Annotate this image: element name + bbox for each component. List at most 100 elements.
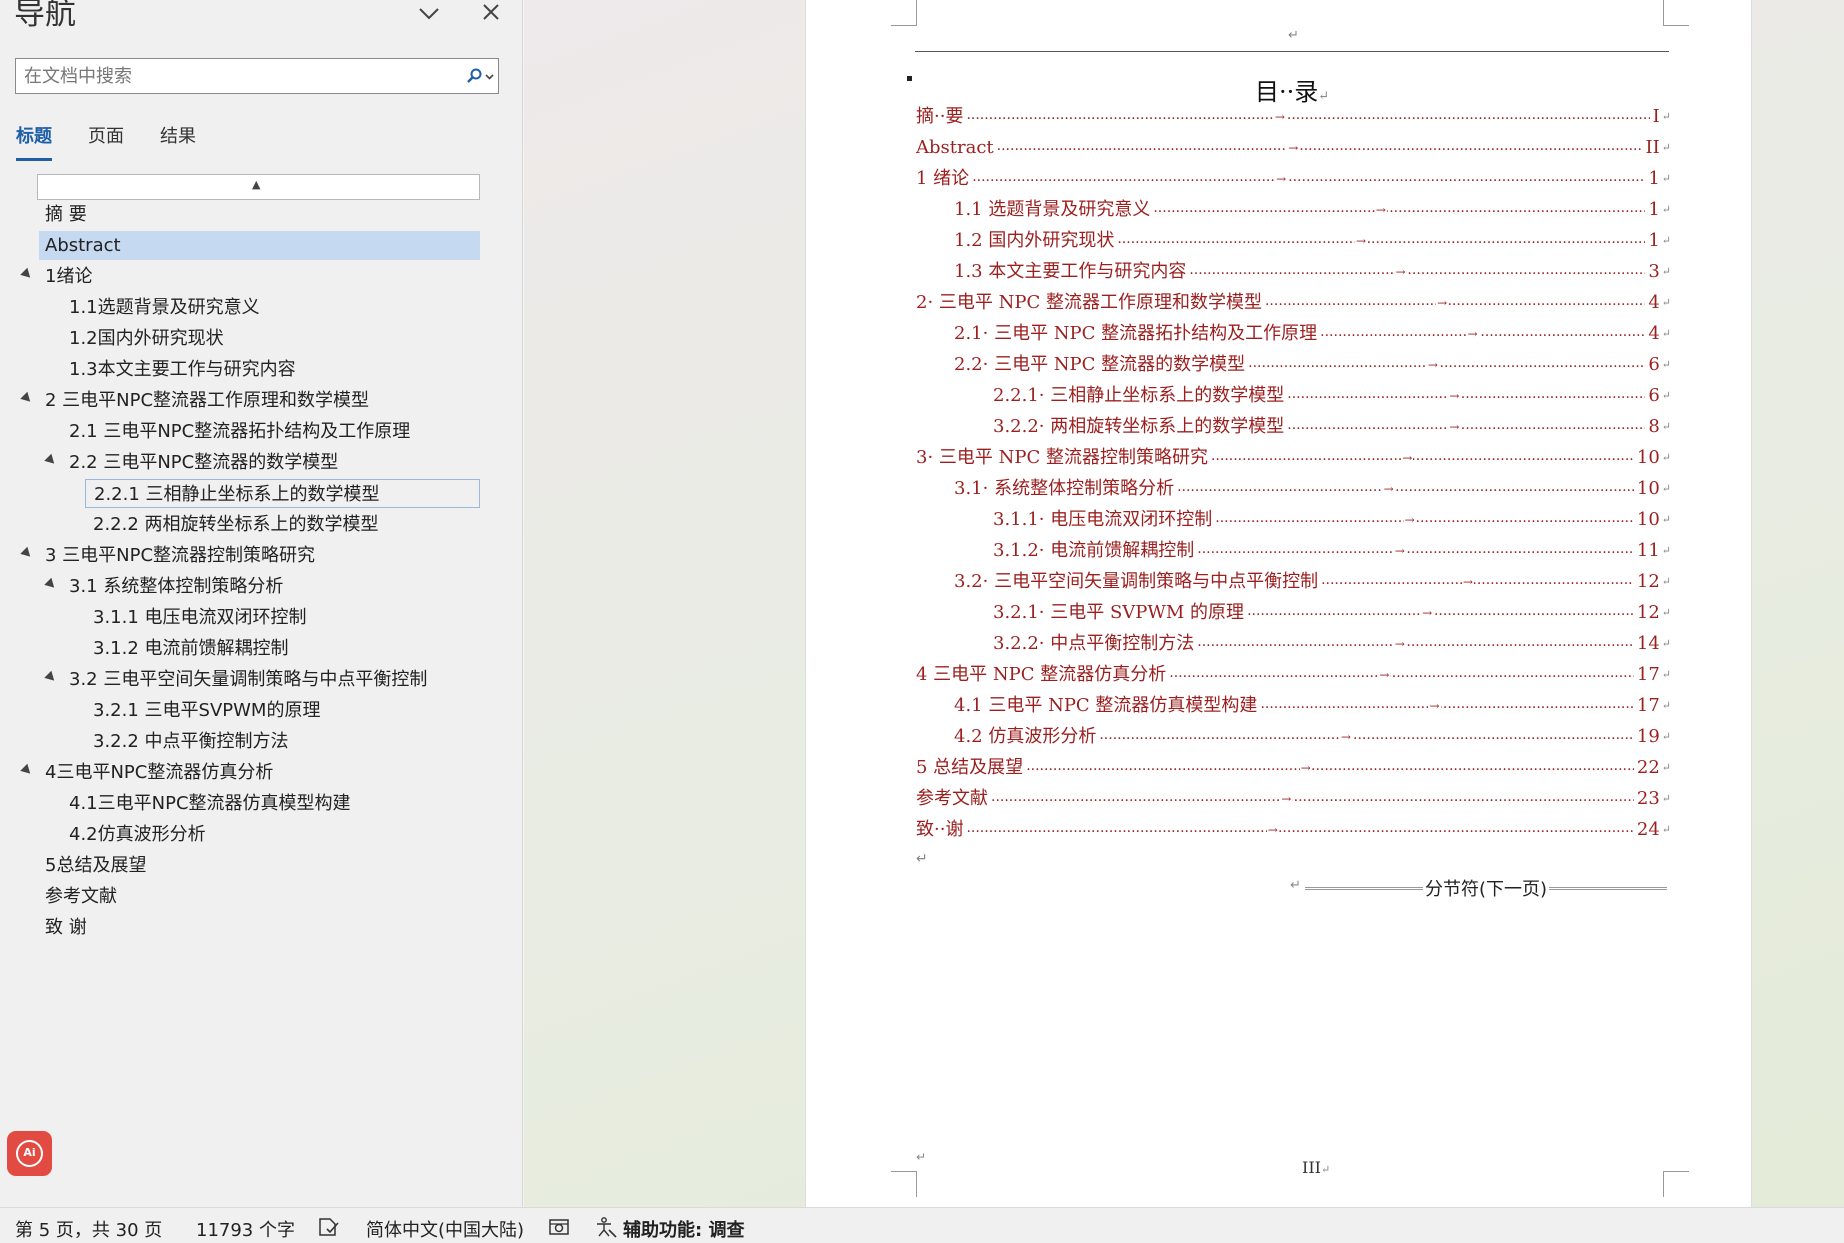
toc-entry[interactable]: 3.2.1· 三电平 SVPWM 的原理 → 12↵ xyxy=(993,598,1671,628)
toc-entry[interactable]: 摘··要 → I↵ xyxy=(916,102,1671,132)
scroll-to-top-button[interactable]: ▲ xyxy=(37,174,480,200)
toc-entry[interactable]: 3.2.2· 两相旋转坐标系上的数学模型 → 8↵ xyxy=(993,412,1671,442)
toc-entry[interactable]: Abstract → II↵ xyxy=(916,133,1671,163)
nav-heading-item[interactable]: 3.2.2 中点平衡控制方法 xyxy=(93,727,289,756)
paragraph-mark: ↵ xyxy=(1661,637,1671,650)
nav-heading-item[interactable]: 1.1选题背景及研究意义 xyxy=(69,293,260,322)
toc-entry[interactable]: 4.2 仿真波形分析 → 19↵ xyxy=(954,722,1671,752)
toc-entry-page: 17 xyxy=(1636,695,1660,716)
toc-entry-title: 3.2.2· 中点平衡控制方法 xyxy=(993,633,1195,654)
toc-entry-page: 6 xyxy=(1648,385,1660,406)
nav-heading-item[interactable]: 1.3本文主要工作与研究内容 xyxy=(69,355,296,384)
toc-entry[interactable]: 4 三电平 NPC 整流器仿真分析 → 17↵ xyxy=(916,660,1671,690)
toc-entry[interactable]: 2.2· 三电平 NPC 整流器的数学模型 → 6↵ xyxy=(954,350,1671,380)
expand-triangle-icon[interactable] xyxy=(20,267,34,282)
focus-mode-icon[interactable] xyxy=(548,1217,572,1242)
toc-leader: → xyxy=(1189,257,1645,287)
header-rule xyxy=(915,51,1669,52)
toc-entry[interactable]: 5 总结及展望 → 22↵ xyxy=(916,753,1671,783)
paragraph-mark: ↵ xyxy=(1661,389,1671,402)
nav-heading-item[interactable]: 致 谢 xyxy=(45,913,87,942)
toc-entry-page: 24 xyxy=(1636,819,1660,840)
toc-entry-page: 4 xyxy=(1648,292,1660,313)
nav-heading-item[interactable]: 参考文献 xyxy=(45,882,117,911)
toc-leader: → xyxy=(966,102,1650,132)
toc-entry-title: 4.1 三电平 NPC 整流器仿真模型构建 xyxy=(954,695,1258,716)
toc-entry-page: II xyxy=(1645,137,1660,158)
proofing-icon[interactable] xyxy=(318,1217,340,1242)
nav-heading-item[interactable]: 2 三电平NPC整流器工作原理和数学模型 xyxy=(45,386,369,415)
toc-entry[interactable]: 2.2.1· 三相静止坐标系上的数学模型 → 6↵ xyxy=(993,381,1671,411)
document-page[interactable]: ↵ 目··录↵ 摘··要→I↵Abstract→II↵1 绪论→1↵1.1 选题… xyxy=(805,0,1752,1207)
search-input[interactable] xyxy=(24,62,444,90)
paragraph-mark: ↵ xyxy=(1661,606,1671,619)
paragraph-mark: ↵ xyxy=(1661,668,1671,681)
tab-arrow-icon: → xyxy=(1428,691,1441,721)
paragraph-mark: ↵ xyxy=(1661,730,1671,743)
toc-entry[interactable]: 2.1· 三电平 NPC 整流器拓扑结构及工作原理 → 4↵ xyxy=(954,319,1671,349)
tab-pages[interactable]: 页面 xyxy=(88,122,124,162)
toc-entry[interactable]: 3.1.1· 电压电流双闭环控制 → 10↵ xyxy=(993,505,1671,535)
expand-triangle-icon[interactable] xyxy=(20,546,34,561)
toc-entry[interactable]: 致··谢 → 24↵ xyxy=(916,815,1671,845)
toc-entry-page: 1 xyxy=(1648,199,1660,220)
nav-heading-item[interactable]: 2.2.2 两相旋转坐标系上的数学模型 xyxy=(93,510,379,539)
search-icon[interactable] xyxy=(462,65,496,89)
nav-heading-item[interactable]: Abstract xyxy=(39,231,480,260)
expand-triangle-icon[interactable] xyxy=(20,391,34,406)
toc-leader: → xyxy=(997,133,1643,163)
toc-entry[interactable]: 3· 三电平 NPC 整流器控制策略研究 → 10↵ xyxy=(916,443,1671,473)
nav-heading-item[interactable]: 4.1三电平NPC整流器仿真模型构建 xyxy=(69,789,351,818)
nav-heading-item[interactable]: 3.1.1 电压电流双闭环控制 xyxy=(93,603,307,632)
toc-entry[interactable]: 3.2· 三电平空间矢量调制策略与中点平衡控制 → 12↵ xyxy=(954,567,1671,597)
toc-entry-page: 3 xyxy=(1648,261,1660,282)
nav-heading-item[interactable]: 3.2.1 三电平SVPWM的原理 xyxy=(93,696,320,725)
toc-entry[interactable]: 3.2.2· 中点平衡控制方法 → 14↵ xyxy=(993,629,1671,659)
nav-heading-item[interactable]: 2.1 三电平NPC整流器拓扑结构及工作原理 xyxy=(69,417,410,446)
toc-entry[interactable]: 2· 三电平 NPC 整流器工作原理和数学模型 → 4↵ xyxy=(916,288,1671,318)
paragraph-mark: ↵ xyxy=(1661,172,1671,185)
ai-icon: Ai xyxy=(16,1140,43,1167)
tab-arrow-icon: → xyxy=(1461,567,1474,597)
language-indicator[interactable]: 简体中文(中国大陆) xyxy=(366,1216,524,1242)
nav-heading-item[interactable]: 1绪论 xyxy=(45,262,92,291)
toc-entry[interactable]: 3.1· 系统整体控制策略分析 → 10↵ xyxy=(954,474,1671,504)
paragraph-mark: ↵ xyxy=(1661,482,1671,495)
nav-heading-item[interactable]: 3.2 三电平空间矢量调制策略与中点平衡控制 xyxy=(69,665,427,694)
nav-heading-item[interactable]: 摘 要 xyxy=(45,200,87,229)
expand-triangle-icon[interactable] xyxy=(44,577,58,592)
close-icon[interactable] xyxy=(476,0,506,26)
nav-heading-item[interactable]: 4三电平NPC整流器仿真分析 xyxy=(45,758,273,787)
toc-leader: → xyxy=(991,784,1634,814)
nav-heading-item[interactable]: 3.1 系统整体控制策略分析 xyxy=(69,572,283,601)
nav-heading-item[interactable]: 2.2 三电平NPC整流器的数学模型 xyxy=(69,448,338,477)
nav-heading-item[interactable]: 4.2仿真波形分析 xyxy=(69,820,206,849)
nav-heading-item[interactable]: 3 三电平NPC整流器控制策略研究 xyxy=(45,541,315,570)
tab-headings[interactable]: 标题 xyxy=(16,122,52,162)
toc-entry[interactable]: 参考文献 → 23↵ xyxy=(916,784,1671,814)
nav-heading-item[interactable]: 1.2国内外研究现状 xyxy=(69,324,224,353)
paragraph-mark: ↵ xyxy=(1661,296,1671,309)
toc-entry-title: 1.1 选题背景及研究意义 xyxy=(954,199,1151,220)
word-count[interactable]: 11793 个字 xyxy=(196,1216,295,1242)
toc-entry[interactable]: 1.1 选题背景及研究意义 → 1↵ xyxy=(954,195,1671,225)
expand-triangle-icon[interactable] xyxy=(44,670,58,685)
toc-entry[interactable]: 4.1 三电平 NPC 整流器仿真模型构建 → 17↵ xyxy=(954,691,1671,721)
paragraph-mark: ↵ xyxy=(916,1150,927,1164)
tab-results[interactable]: 结果 xyxy=(160,122,196,162)
accessibility-status[interactable]: 辅助功能: 调查 xyxy=(623,1216,744,1242)
nav-heading-item[interactable]: 5总结及展望 xyxy=(45,851,146,880)
chevron-down-icon[interactable] xyxy=(414,0,444,26)
toc-entry[interactable]: 3.1.2· 电流前馈解耦控制 → 11↵ xyxy=(993,536,1671,566)
toc-entry[interactable]: 1.3 本文主要工作与研究内容 → 3↵ xyxy=(954,257,1671,287)
toc-entry[interactable]: 1.2 国内外研究现状 → 1↵ xyxy=(954,226,1671,256)
nav-heading-item[interactable]: 3.1.2 电流前馈解耦控制 xyxy=(93,634,289,663)
ai-assistant-button[interactable]: Ai xyxy=(7,1131,52,1176)
accessibility-icon[interactable] xyxy=(594,1216,618,1243)
toc-entry[interactable]: 1 绪论 → 1↵ xyxy=(916,164,1671,194)
expand-triangle-icon[interactable] xyxy=(44,453,58,468)
page-count[interactable]: 第 5 页，共 30 页 xyxy=(15,1216,162,1242)
tab-arrow-icon: → xyxy=(1466,319,1479,349)
nav-heading-item[interactable]: 2.2.1 三相静止坐标系上的数学模型 xyxy=(85,479,480,508)
expand-triangle-icon[interactable] xyxy=(20,763,34,778)
